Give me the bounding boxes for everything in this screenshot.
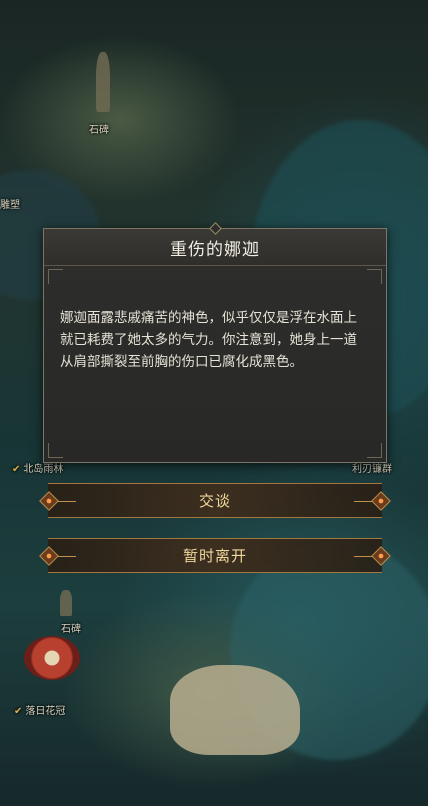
sunset-flower-icon [24, 636, 80, 680]
check-icon: ✔ [14, 706, 23, 717]
choice-leave-button[interactable]: 暂时离开 [39, 538, 391, 573]
choice-label: 暂时离开 [182, 547, 247, 565]
map-label-sunset-flower-crown[interactable]: ✔ 落日花冠 [14, 702, 65, 717]
event-dialog: 重伤的娜迦 娜迦面露悲戚痛苦的神色，似乎仅仅是浮在水面上就已耗费了她太多的气力。… [43, 222, 387, 463]
map-label-text: 落日花冠 [25, 706, 66, 717]
dialog-title: 重伤的娜迦 [170, 239, 260, 260]
corner-ornament [48, 269, 63, 284]
choice-talk-button[interactable]: 交谈 [39, 483, 391, 518]
choice-label: 交谈 [198, 492, 231, 510]
dialog-header: 重伤的娜迦 [44, 222, 386, 266]
check-icon: ✔ [12, 464, 21, 475]
corner-ornament [48, 443, 63, 458]
map-label-stone-tablet[interactable]: 石碑 [89, 121, 109, 136]
stone-tablet [96, 52, 110, 112]
map-label-stone-tablet-2[interactable]: 石碑 [61, 620, 81, 635]
map-label-left[interactable]: 雕塑 [0, 196, 20, 211]
stone-tablet [60, 590, 72, 616]
skull-rock [170, 665, 300, 755]
corner-ornament [367, 443, 382, 458]
dialog-body-text: 娜迦面露悲戚痛苦的神色，似乎仅仅是浮在水面上就已耗费了她太多的气力。你注意到，她… [60, 310, 357, 370]
corner-ornament [367, 269, 382, 284]
map-label-text: 北岛雨林 [23, 464, 64, 475]
